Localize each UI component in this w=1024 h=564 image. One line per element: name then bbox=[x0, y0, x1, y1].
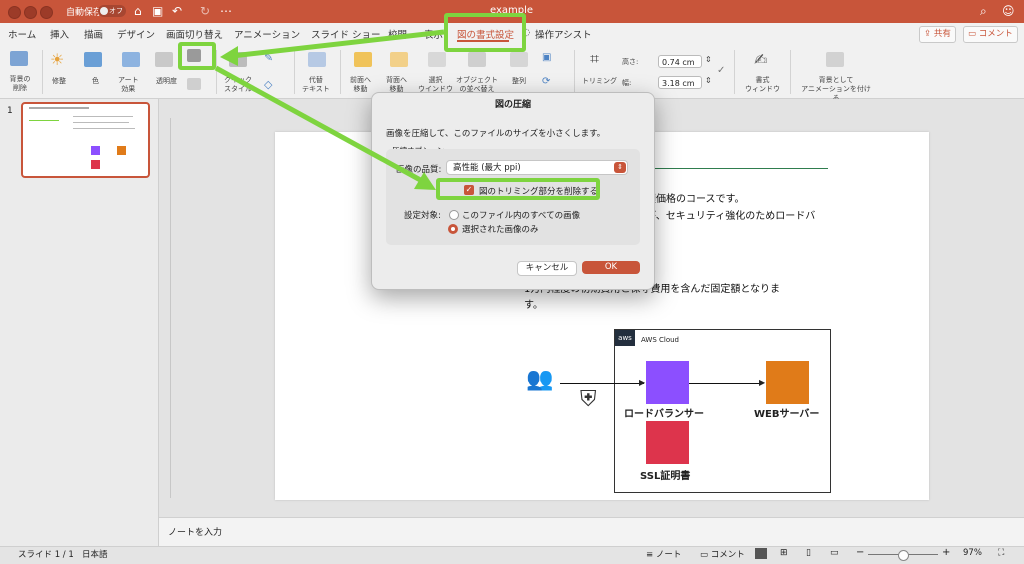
arrow-button-to-checkbox bbox=[214, 65, 426, 185]
arrow-tab-to-button bbox=[231, 29, 445, 59]
annotation-arrows bbox=[214, 29, 445, 190]
arrowhead-left bbox=[220, 46, 238, 66]
